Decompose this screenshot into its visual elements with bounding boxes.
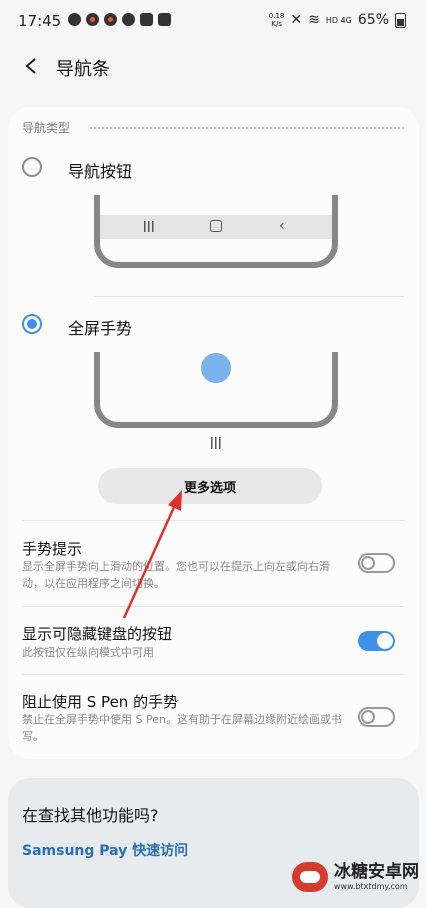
gesture-hint-title[interactable]: 手势提示 [22,538,82,559]
mute-icon: ✕ [290,12,303,28]
settings-card: 导航类型 导航按钮 ‹ 全屏手势 更多选项 手势提示 显示全屏手势向上滑动的位置… [8,107,419,759]
keyboard-button-description: 此按钮仅在纵向模式中可用 [22,646,154,659]
section-divider [90,127,404,129]
recents-icon [144,221,154,232]
suggestions-title: 在查找其他功能吗? [22,806,159,825]
watermark-url: www.btxtdmy.com [334,882,408,891]
option-label[interactable]: 导航按钮 [68,158,132,182]
back-icon: ‹ [279,218,285,234]
preview-navbar: ‹ [100,215,332,239]
app-notification-icon [86,13,99,26]
home-icon [210,220,222,232]
check-icon [140,13,153,26]
divider [22,520,405,521]
app-notification-icon [68,13,81,26]
option-label[interactable]: 全屏手势 [68,315,132,339]
touch-point-icon [201,353,231,383]
keyboard-button-toggle[interactable] [358,631,395,651]
keyboard-button-title[interactable]: 显示可隐藏键盘的按钮 [22,623,172,644]
app-notification-icon [104,13,117,26]
divider [22,674,405,675]
network-type: HD 4G [325,15,352,25]
spen-gesture-description: 禁止在全屏手势中使用 S Pen。这有助于在屏幕边缘附近绘画或书写。 [22,713,342,743]
spen-gesture-title[interactable]: 阻止使用 S Pen 的手势 [22,691,178,712]
watermark-logo-icon [292,862,328,892]
system-icons: 0.18 K/s ✕ ≋ HD 4G 65% [269,12,406,28]
app-notification-icon [122,13,135,26]
section-header: 导航类型 [22,121,71,135]
more-options-button[interactable]: 更多选项 [98,468,322,504]
chevron-left-icon [25,58,36,74]
gesture-hint-toggle[interactable] [358,553,395,573]
battery-icon [395,12,406,28]
radio-fullscreen-gestures[interactable] [22,314,42,334]
spen-gesture-toggle[interactable] [358,707,395,727]
divider [22,606,405,607]
notification-icons [68,13,171,26]
samsung-pay-link[interactable]: Samsung Pay 快速访问 [22,840,188,860]
watermark: 冰糖安卓网 www.btxtdmy.com [292,855,426,899]
watermark-name: 冰糖安卓网 [334,862,419,882]
divider [94,296,404,297]
app-bar: 导航条 [0,45,426,89]
page-title: 导航条 [56,59,110,80]
network-speed: 0.18 K/s [268,12,285,28]
radio-navigation-buttons[interactable] [22,157,42,177]
navigation-buttons-preview[interactable]: ‹ [94,195,338,268]
gesture-hint-description: 显示全屏手势向上滑动的位置。您也可以在提示上向左或向右滑动，以在应用程序之间切换… [22,560,330,590]
status-bar: 17:45 0.18 K/s ✕ ≋ HD 4G 65% [0,0,426,42]
back-button[interactable] [16,51,46,81]
battery-text: 65% [357,12,389,28]
gesture-hint-icon [211,437,221,449]
wifi-icon: ≋ [308,12,320,28]
image-icon [158,13,171,26]
status-time: 17:45 [18,12,62,30]
